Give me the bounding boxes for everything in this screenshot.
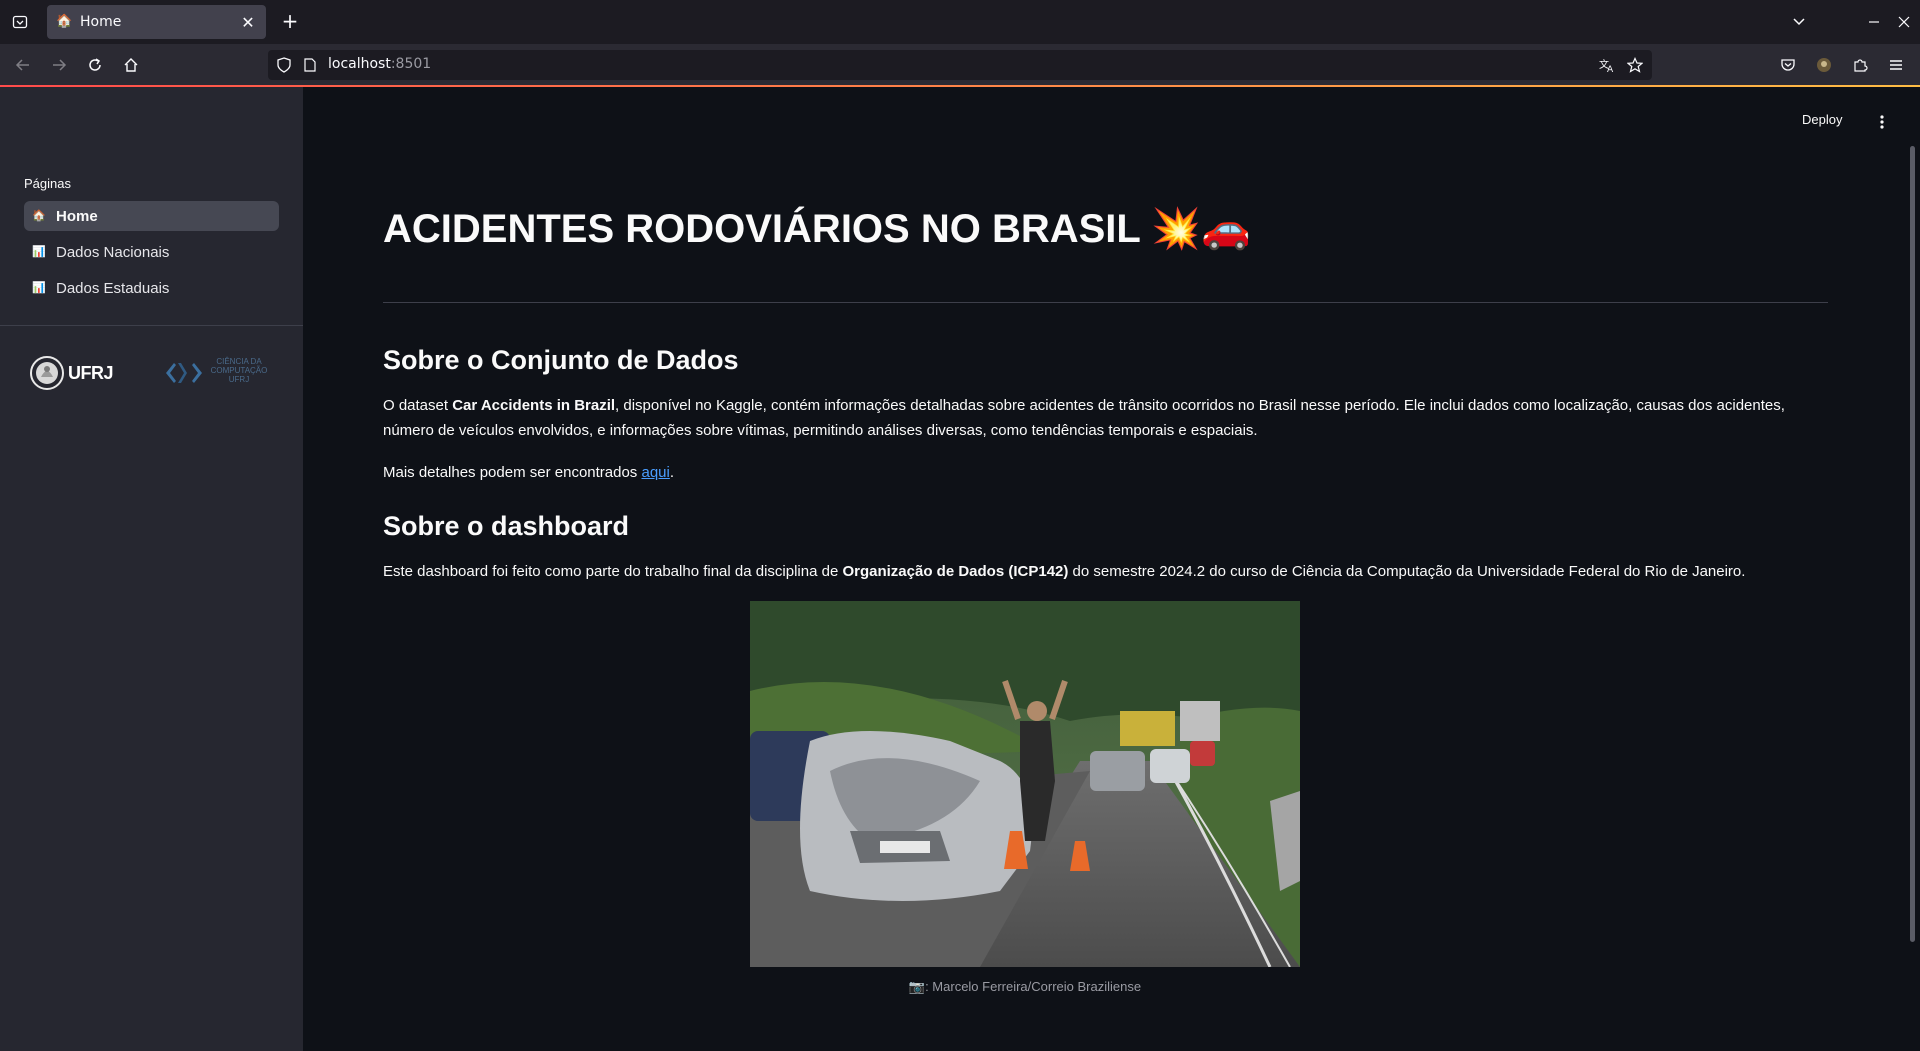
sidebar-header: Páginas	[24, 176, 71, 191]
dataset-description: O dataset Car Accidents in Brazil, dispo…	[383, 393, 1828, 443]
tab-list-icon[interactable]	[8, 10, 32, 34]
text-span: O dataset	[383, 397, 453, 414]
translate-icon[interactable]: 文A	[1597, 55, 1617, 75]
sidebar-divider	[0, 325, 303, 326]
tab-title: Home	[80, 14, 122, 30]
sidebar-item-label: Home	[56, 207, 98, 225]
bar-chart-icon: 📊	[32, 281, 46, 294]
more-options-icon[interactable]	[1872, 110, 1892, 134]
ufrj-logo-text: UFRJ	[68, 362, 114, 383]
cc-logo-line: UFRJ	[228, 375, 250, 384]
cc-logo-line: CIÊNCIA DA	[216, 357, 262, 366]
section-heading-dataset: Sobre o Conjunto de Dados	[383, 345, 739, 375]
photo-caption: 📷: Marcelo Ferreira/Correio Braziliense	[908, 979, 1142, 994]
sidebar-item-label: Dados Estaduais	[56, 279, 170, 297]
url-text[interactable]: localhost:8501	[328, 56, 431, 72]
cc-logo-line: COMPUTAÇÃO	[210, 366, 268, 375]
kaggle-link[interactable]: aqui	[641, 464, 669, 481]
extensions-puzzle-icon[interactable]	[1848, 53, 1872, 77]
browser-tab-bar: 🏠 Home ✕ +	[0, 0, 1920, 44]
shield-icon[interactable]	[274, 55, 294, 75]
browser-nav-bar: localhost:8501 文A	[0, 44, 1920, 86]
address-bar[interactable]: localhost:8501 文A	[268, 50, 1652, 80]
extension-avatar-icon[interactable]	[1812, 53, 1836, 77]
list-all-tabs-icon[interactable]	[1787, 10, 1811, 34]
home-icon[interactable]	[119, 53, 143, 77]
url-host: localhost	[328, 56, 391, 72]
accident-photo	[750, 601, 1300, 967]
collision-car-emoji-icon: 💥🚗	[1151, 207, 1251, 251]
browser-tab-home[interactable]: 🏠 Home ✕	[47, 5, 266, 39]
ciencia-computacao-logo: CIÊNCIA DA COMPUTAÇÃO UFRJ	[162, 353, 274, 393]
page-info-icon[interactable]	[300, 55, 320, 75]
course-name: Organização de Dados (ICP142)	[842, 563, 1069, 580]
close-window-icon[interactable]	[1892, 10, 1916, 34]
pocket-icon[interactable]	[1776, 53, 1800, 77]
title-divider	[383, 302, 1828, 303]
forward-icon[interactable]	[47, 53, 71, 77]
text-span: do semestre 2024.2 do curso de Ciência d…	[1068, 563, 1746, 580]
house-icon: 🏠	[32, 209, 46, 222]
section-heading-dashboard: Sobre o dashboard	[383, 511, 630, 541]
url-port: :8501	[390, 56, 432, 72]
reload-icon[interactable]	[83, 53, 107, 77]
cc-logo-mark-icon	[166, 363, 202, 383]
text-span: Este dashboard foi feito como parte do t…	[383, 563, 843, 580]
bar-chart-icon: 📊	[32, 245, 46, 258]
sidebar-item-dados-nacionais[interactable]: 📊 Dados Nacionais	[24, 237, 279, 267]
sidebar: Páginas 🏠 Home 📊 Dados Nacionais 📊 Dados…	[0, 87, 303, 1051]
ufrj-seal-icon	[30, 356, 64, 390]
accident-photo-illustration	[750, 601, 1300, 967]
back-icon[interactable]	[11, 53, 35, 77]
sidebar-item-label: Dados Nacionais	[56, 243, 170, 261]
sidebar-item-home[interactable]: 🏠 Home	[24, 201, 279, 231]
more-details-paragraph: Mais detalhes podem ser encontrados aqui…	[383, 460, 1828, 485]
sidebar-item-dados-estaduais[interactable]: 📊 Dados Estaduais	[24, 273, 279, 303]
svg-text:A: A	[1607, 65, 1614, 73]
ufrj-logo: UFRJ	[30, 352, 120, 394]
dashboard-description: Este dashboard foi feito como parte do t…	[383, 559, 1828, 584]
text-span: Mais detalhes podem ser encontrados	[383, 464, 642, 481]
page-title: ACIDENTES RODOVIÁRIOS NO BRASIL 💥🚗	[383, 205, 1251, 252]
close-tab-icon[interactable]: ✕	[238, 12, 258, 32]
bookmark-star-icon[interactable]	[1625, 55, 1645, 75]
cc-logo-text: CIÊNCIA DA COMPUTAÇÃO UFRJ	[206, 357, 272, 384]
app-menu-icon[interactable]	[1884, 53, 1908, 77]
minimize-icon[interactable]	[1862, 10, 1886, 34]
new-tab-icon[interactable]: +	[279, 9, 301, 33]
deploy-button[interactable]: Deploy	[1802, 112, 1842, 127]
house-emoji-icon: 🏠	[56, 14, 73, 29]
page-title-text: ACIDENTES RODOVIÁRIOS NO BRASIL	[383, 207, 1141, 251]
text-span: .	[669, 464, 675, 481]
main-scrollbar[interactable]	[1910, 146, 1915, 942]
dataset-name: Car Accidents in Brazil	[452, 397, 616, 414]
